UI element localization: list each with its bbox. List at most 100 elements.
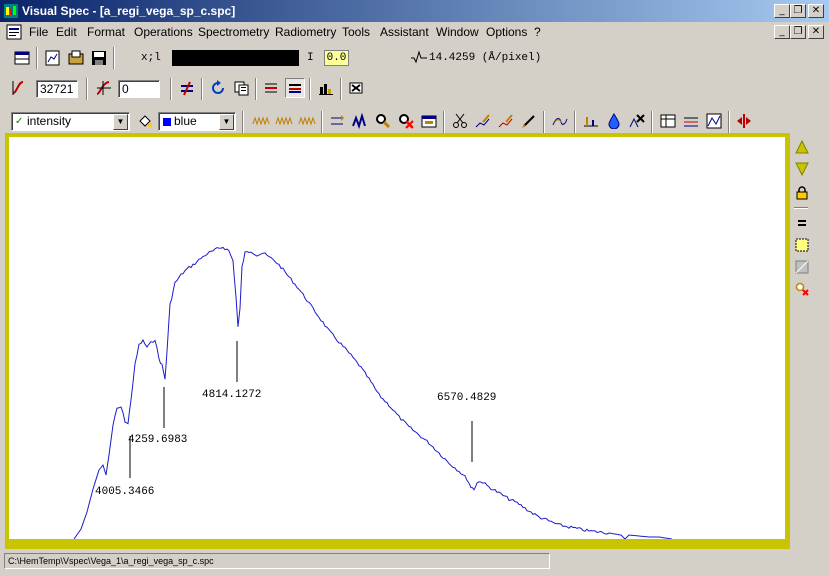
magnifier-icon bbox=[376, 114, 391, 129]
bars-button[interactable] bbox=[316, 78, 336, 98]
zoom-reset-button[interactable] bbox=[396, 111, 416, 131]
chevron-down-icon[interactable]: ▼ bbox=[219, 114, 234, 130]
graph-icon bbox=[706, 113, 722, 129]
profile-select-value: intensity bbox=[27, 114, 72, 128]
scroll-up-button[interactable] bbox=[792, 137, 812, 157]
equal-icon bbox=[798, 220, 806, 226]
chevron-down-icon[interactable]: ▼ bbox=[113, 114, 128, 130]
zoom-clear-button[interactable] bbox=[792, 279, 812, 299]
mdi-close-button[interactable]: ✕ bbox=[808, 25, 824, 39]
split-button[interactable] bbox=[734, 111, 754, 131]
lock-icon bbox=[796, 186, 808, 200]
color-select-value: blue bbox=[174, 114, 197, 128]
menu-help[interactable]: ? bbox=[534, 25, 541, 39]
window-layout-button[interactable] bbox=[12, 48, 32, 68]
not-equal-button[interactable] bbox=[177, 78, 197, 98]
intensity-readout: 0.0 bbox=[324, 50, 349, 66]
color-select[interactable]: blue ▼ bbox=[158, 112, 236, 131]
drop-button[interactable] bbox=[604, 111, 624, 131]
separator bbox=[443, 111, 445, 133]
grid-button[interactable] bbox=[792, 257, 812, 277]
intensity-label: I bbox=[307, 52, 314, 64]
restore-button[interactable]: ❐ bbox=[790, 4, 806, 18]
color-swatch bbox=[163, 118, 171, 126]
close-chart-button[interactable] bbox=[346, 78, 366, 98]
paint-button[interactable] bbox=[135, 111, 155, 131]
copy-button[interactable] bbox=[231, 78, 251, 98]
spectrum-lines-icon bbox=[684, 117, 698, 127]
scale-button[interactable] bbox=[94, 78, 114, 98]
spectrum-lines-button[interactable] bbox=[681, 111, 701, 131]
separator bbox=[794, 207, 808, 209]
menu-tools[interactable]: Tools bbox=[342, 25, 370, 39]
cut-button[interactable] bbox=[450, 111, 470, 131]
colored-lines-button[interactable] bbox=[285, 78, 305, 98]
remove-peak-icon bbox=[629, 114, 645, 128]
menu-options[interactable]: Options bbox=[486, 25, 527, 39]
zoom-button[interactable] bbox=[373, 111, 393, 131]
edit-curve-button[interactable] bbox=[473, 111, 493, 131]
profile-select[interactable]: ✓ intensity ▼ bbox=[11, 112, 130, 131]
scale-field[interactable]: 0 bbox=[118, 80, 160, 98]
menu-file[interactable]: File bbox=[29, 25, 48, 39]
check-icon: ✓ bbox=[15, 116, 24, 127]
triangle-down-icon bbox=[795, 162, 809, 176]
smooth-button[interactable] bbox=[550, 111, 570, 131]
tool-button-1[interactable] bbox=[251, 111, 271, 131]
scissors-icon bbox=[453, 113, 467, 128]
save-disk-icon bbox=[92, 51, 106, 65]
menu-spectrometry[interactable]: Spectrometry bbox=[198, 25, 269, 39]
tool-button-6[interactable] bbox=[419, 111, 439, 131]
mdi-restore-button[interactable]: ❐ bbox=[790, 25, 806, 39]
graph-button[interactable] bbox=[704, 111, 724, 131]
wave-icon bbox=[298, 116, 316, 126]
pencil-curve-icon bbox=[498, 114, 513, 128]
refresh-button[interactable] bbox=[208, 78, 228, 98]
brush-button[interactable] bbox=[519, 111, 539, 131]
mdi-minimize-button[interactable]: _ bbox=[774, 25, 790, 39]
scroll-down-button[interactable] bbox=[792, 159, 812, 179]
separator bbox=[309, 78, 311, 100]
lines-icon bbox=[265, 83, 277, 93]
offset-button[interactable] bbox=[10, 78, 30, 98]
menu-window[interactable]: Window bbox=[436, 25, 479, 39]
new-chart-button[interactable] bbox=[43, 48, 63, 68]
gradient-icon bbox=[795, 260, 809, 274]
wave-icon bbox=[252, 116, 270, 126]
separator bbox=[242, 111, 244, 133]
separator bbox=[86, 78, 88, 100]
tool-button-4[interactable] bbox=[327, 111, 347, 131]
select-region-button[interactable] bbox=[792, 235, 812, 255]
separator bbox=[113, 47, 115, 69]
table-button[interactable] bbox=[658, 111, 678, 131]
menu-radiometry[interactable]: Radiometry bbox=[275, 25, 336, 39]
menu-format[interactable]: Format bbox=[87, 25, 125, 39]
measure-button[interactable] bbox=[581, 111, 601, 131]
new-chart-icon bbox=[45, 50, 60, 66]
menu-operations[interactable]: Operations bbox=[134, 25, 193, 39]
menu-edit[interactable]: Edit bbox=[56, 25, 77, 39]
brush-icon bbox=[522, 115, 535, 128]
measure-icon bbox=[584, 117, 598, 127]
edit-curve-button-2[interactable] bbox=[496, 111, 516, 131]
minimize-button[interactable]: _ bbox=[774, 4, 790, 18]
open-button[interactable] bbox=[66, 48, 86, 68]
equal-button[interactable] bbox=[792, 213, 812, 233]
tool-button-5[interactable] bbox=[350, 111, 370, 131]
document-icon[interactable] bbox=[6, 24, 22, 40]
lines-button[interactable] bbox=[261, 78, 281, 98]
tool-button-2[interactable] bbox=[274, 111, 294, 131]
wave-icon bbox=[275, 116, 293, 126]
remove-peak-button[interactable] bbox=[627, 111, 647, 131]
select-region-icon bbox=[795, 238, 809, 252]
dispersion-icon bbox=[411, 50, 427, 64]
offset-field[interactable]: 32721 bbox=[36, 80, 78, 98]
spectrum-plot[interactable]: 4005.3466 4259.6983 4814.1272 6570.4829 bbox=[9, 137, 785, 539]
copy-icon bbox=[234, 81, 249, 96]
close-button[interactable]: ✕ bbox=[808, 4, 824, 18]
tool-button-3[interactable] bbox=[297, 111, 317, 131]
lock-button[interactable] bbox=[792, 183, 812, 203]
window-tool-icon bbox=[421, 115, 437, 128]
menu-assistant[interactable]: Assistant bbox=[380, 25, 429, 39]
save-button[interactable] bbox=[89, 48, 109, 68]
